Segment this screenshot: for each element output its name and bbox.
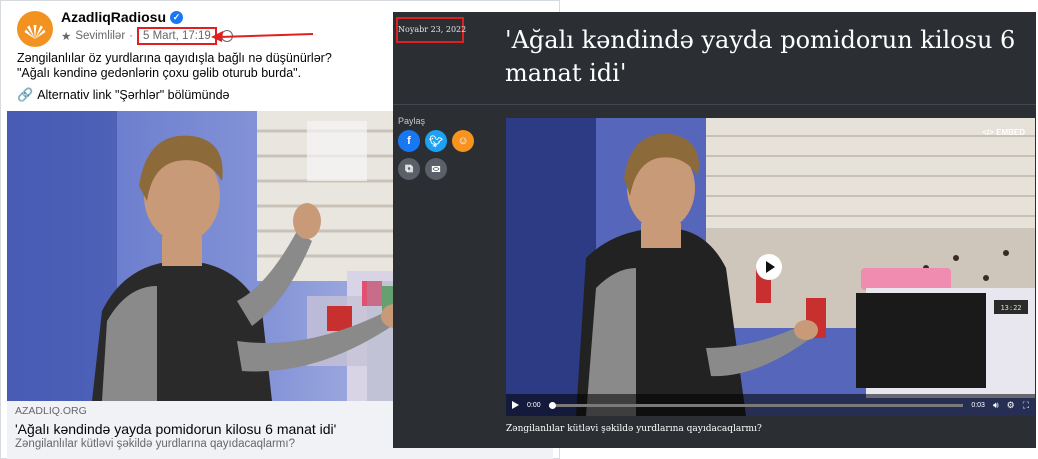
email-share-button[interactable]: ✉ [425,158,447,180]
control-play-icon[interactable] [512,401,519,409]
alternative-link[interactable]: 🔗 Alternativ link "Şərhlər" bölümündə [17,87,230,103]
verified-badge-icon: ✓ [170,10,184,24]
radio-logo-icon [24,25,46,39]
twitter-icon: 🐦︎ [429,135,443,148]
article-title: 'Ağalı kəndində yayda pomidorun kilosu 6… [505,26,1016,87]
star-icon: ★ [61,31,72,43]
time-total: 0:03 [971,401,985,409]
play-overlay-button[interactable] [756,254,782,280]
time-current: 0:00 [527,401,541,409]
twitter-share-button[interactable]: 🐦︎ [425,130,447,152]
email-icon: ✉ [431,163,441,176]
settings-gear-icon[interactable]: ⚙ [1007,400,1015,411]
progress-knob[interactable] [548,401,556,409]
page-avatar[interactable] [17,11,53,47]
share-label: Paylaş [398,116,426,126]
divider [393,104,1036,105]
share-buttons-secondary: ⧉ ✉ [398,158,447,180]
video-caption: Zəngilanlılar kütləvi şəkildə yurdlarına… [506,424,762,434]
link-icon: 🔗 [17,87,34,102]
favorites-label[interactable]: Sevimlilər [75,30,125,42]
play-icon [766,261,775,273]
facebook-share-button[interactable]: f [398,130,420,152]
article-date: Noyabr 23, 2022 [396,17,466,43]
share-buttons: f 🐦︎ ☺ [398,130,474,152]
copy-link-button[interactable]: ⧉ [398,158,420,180]
embed-button[interactable]: </> EMBED [982,128,1025,137]
odnoklassniki-icon: ☺ [457,135,469,147]
facebook-icon: f [407,135,411,147]
page-name[interactable]: AzadliqRadiosu ✓ [61,9,184,25]
volume-icon[interactable]: 🔊︎ [993,400,999,411]
fullscreen-icon[interactable]: ⛶ [1023,400,1029,411]
article-page: Noyabr 23, 2022 'Ağalı kəndində yayda po… [393,12,1036,448]
post-date[interactable]: 5 Mart, 17:19 [137,27,217,45]
copy-icon: ⧉ [405,162,413,175]
microwave-display: 13:22 [1000,304,1021,312]
red-arrow-annotation [211,31,314,42]
video-player[interactable]: 13:22 </> EMBED 0:00 0:03 🔊︎ ⚙ ⛶ [506,118,1035,416]
video-controls: 0:00 0:03 🔊︎ ⚙ ⛶ [506,394,1035,416]
odnoklassniki-share-button[interactable]: ☺ [452,130,474,152]
post-meta: ★ Sevimlilər · 5 Mart, 17:19 [61,27,233,45]
progress-bar[interactable] [548,401,964,409]
